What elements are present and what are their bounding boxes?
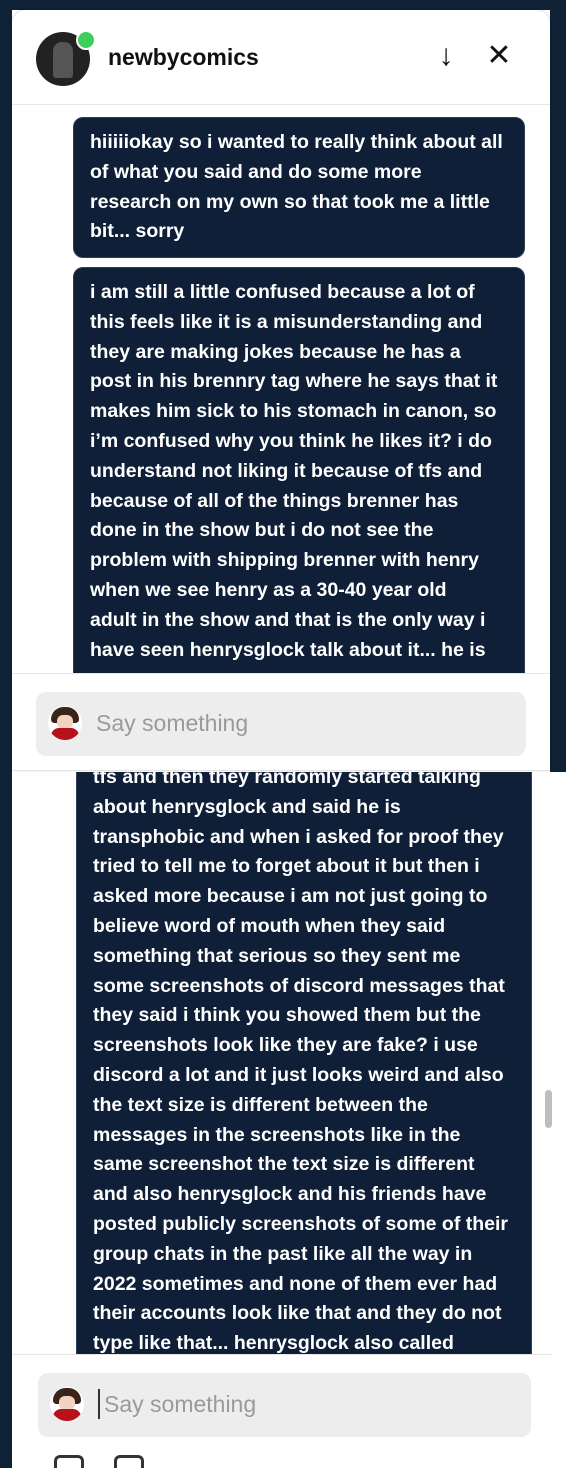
- message-line: transphobic and when i asked for proof t…: [93, 825, 504, 848]
- message-line: discord a lot and it just looks weird an…: [93, 1063, 504, 1086]
- user-avatar: [48, 706, 82, 740]
- message-line: makes him sick to his stomach in canon, …: [90, 400, 497, 423]
- message-line: they said i think you showed them but th…: [93, 1004, 481, 1027]
- message-line: i’m confused why you think he likes it? …: [90, 429, 492, 452]
- scroll-down-arrow-icon[interactable]: ↓: [428, 36, 464, 76]
- background-page-right: [550, 0, 566, 772]
- message-input-placeholder: Say something: [96, 710, 249, 736]
- message-line: same screenshot the text size is differe…: [93, 1153, 475, 1176]
- message-line: of what you said and do some more: [90, 160, 422, 183]
- message-line: done in the show but i do not see the: [90, 519, 434, 542]
- message-line: posted publicly screenshots of some of t…: [93, 1212, 508, 1235]
- message-input[interactable]: Say something: [38, 1373, 531, 1437]
- message-list[interactable]: tfs and then they randomly started talki…: [12, 772, 552, 1354]
- message-line: messages in the screenshots like in the: [93, 1123, 461, 1146]
- text-caret: [98, 1389, 100, 1419]
- message-line: research on my own so that took me a lit…: [90, 190, 490, 213]
- message-composer: Say something: [12, 673, 550, 770]
- message-line: understand not liking it because of tfs …: [90, 459, 483, 482]
- image-icon[interactable]: [54, 1455, 84, 1468]
- message-line: type like that... henrysglock also calle…: [93, 1332, 454, 1354]
- message-line: their accounts look like that and they d…: [93, 1302, 502, 1325]
- message-line: group chats in the past like all the way…: [93, 1242, 473, 1265]
- message-bubble: tfs and then they randomly started talki…: [76, 772, 532, 1354]
- user-avatar: [50, 1387, 84, 1421]
- chat-window-top: newbycomics ↓ ✕ hiiiiiokay so i wanted t…: [12, 10, 550, 770]
- message-line: and also henrysglock and his friends hav…: [93, 1183, 487, 1206]
- message-input-placeholder: Say something: [104, 1391, 257, 1417]
- close-icon[interactable]: ✕: [481, 36, 517, 76]
- gif-icon[interactable]: [114, 1455, 144, 1468]
- chat-header: newbycomics ↓ ✕: [12, 10, 550, 105]
- message-line: because of all of the things brenner has: [90, 489, 459, 512]
- message-line: problem with shipping brenner with henry: [90, 549, 479, 572]
- message-bubble: i am still a little confused because a l…: [73, 267, 525, 675]
- message-line: tried to tell me to forget about it but …: [93, 855, 480, 878]
- message-line: they are making jokes because he has a: [90, 340, 461, 363]
- message-line: about henrysglock and said he is: [93, 795, 401, 818]
- message-line: tfs and then they randomly started talki…: [93, 772, 481, 788]
- scrollbar-thumb[interactable]: [545, 1090, 552, 1128]
- message-line: screenshots look like they are fake? i u…: [93, 1034, 478, 1057]
- contact-username[interactable]: newbycomics: [108, 44, 259, 71]
- message-line: asked more because i am not just going t…: [93, 885, 488, 908]
- message-line: something that serious so they sent me: [93, 944, 461, 967]
- message-list[interactable]: hiiiiiokay so i wanted to really think a…: [12, 105, 550, 675]
- avatar-figure: [53, 42, 73, 78]
- message-line: bit... sorry: [90, 220, 185, 243]
- chat-window-bottom: tfs and then they randomly started talki…: [12, 772, 552, 1468]
- message-line: some screenshots of discord messages tha…: [93, 974, 505, 997]
- background-page-top: [0, 0, 566, 10]
- message-line: this feels like it is a misunderstanding…: [90, 310, 483, 333]
- online-status-indicator: [76, 30, 96, 50]
- message-line: have seen henrysglock talk about it... h…: [90, 638, 486, 661]
- message-line: when we see henry as a 30-40 year old: [90, 578, 447, 601]
- message-line: i am still a little confused because a l…: [90, 281, 475, 303]
- message-line: the text size is different between the: [93, 1093, 428, 1116]
- message-line: believe word of mouth when they said: [93, 914, 446, 937]
- message-bubble: hiiiiiokay so i wanted to really think a…: [73, 117, 525, 258]
- message-input[interactable]: Say something: [36, 692, 526, 756]
- background-page-left-bottom: [0, 772, 12, 1468]
- message-line: hiiiiiokay so i wanted to really think a…: [90, 131, 503, 153]
- message-line: adult in the show and that is the only w…: [90, 608, 486, 631]
- message-line: 2022 sometimes and none of them ever had: [93, 1272, 498, 1295]
- message-line: post in his brennry tag where he says th…: [90, 370, 498, 393]
- message-composer: Say something: [12, 1354, 552, 1468]
